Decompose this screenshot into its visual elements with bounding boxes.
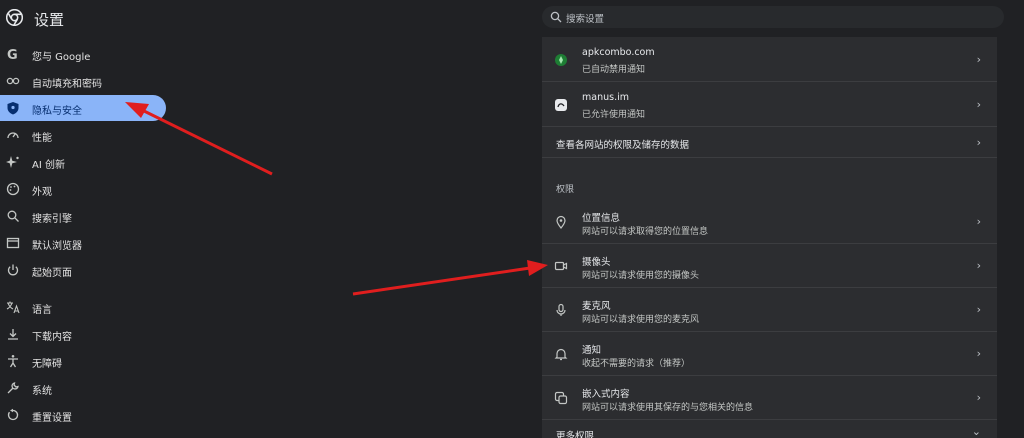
chevron-right-icon: › (976, 303, 981, 316)
more-permissions-label: 更多权限 (556, 431, 595, 438)
palette-icon (6, 182, 20, 196)
sidebar-item-search-engine[interactable]: 搜索引擎 (0, 203, 166, 229)
permission-row-location[interactable]: 位置信息 网站可以请求取得您的位置信息 › (542, 200, 997, 244)
embedded-content-icon (554, 391, 568, 405)
sidebar-item-label: 系统 (32, 386, 52, 397)
sidebar-item-label: 自动填充和密码 (32, 79, 102, 90)
permission-row-notifications[interactable]: 通知 收起不需要的请求（推荐） › (542, 332, 997, 376)
view-all-site-permissions-link[interactable]: 查看各网站的权限及储存的数据 › (542, 127, 997, 158)
reset-icon (7, 408, 19, 421)
sidebar-item-label: 外观 (32, 187, 52, 198)
site-status: 已允许使用通知 (582, 110, 646, 120)
sidebar-item-accessibility[interactable]: 无障碍 (0, 348, 166, 374)
site-row-apkcombo[interactable]: apkcombo.com 已自动禁用通知 › (542, 37, 997, 82)
permission-title: 嵌入式内容 (582, 389, 630, 400)
sidebar-item-startup[interactable]: 起始页面 (0, 257, 166, 283)
sidebar-item-ai[interactable]: AI 创新 (0, 149, 166, 175)
permission-title: 麦克风 (582, 301, 611, 312)
sidebar: G 您与 Google 自动填充和密码 隐私与安全 性能 AI 创新 外观 搜索… (0, 40, 176, 438)
sidebar-item-languages[interactable]: 语言 (0, 294, 166, 320)
sidebar-item-performance[interactable]: 性能 (0, 122, 166, 148)
chevron-right-icon: › (976, 136, 981, 149)
sidebar-item-reset[interactable]: 重置设置 (0, 402, 166, 428)
key-icon (6, 77, 20, 85)
chevron-down-icon: ⌄ (971, 425, 981, 438)
sidebar-item-label: 您与 Google (32, 52, 91, 63)
camera-icon (554, 261, 568, 271)
chrome-logo-icon (6, 9, 23, 26)
permission-description: 网站可以请求取得您的位置信息 (582, 227, 709, 237)
more-permissions-expander[interactable]: 更多权限 ⌄ (542, 420, 997, 438)
bell-icon (554, 348, 568, 361)
search-icon (7, 210, 19, 222)
chevron-right-icon: › (976, 259, 981, 272)
search-placeholder: 搜索设置 (566, 14, 605, 25)
accessibility-icon (8, 355, 18, 368)
view-all-label: 查看各网站的权限及储存的数据 (556, 140, 690, 151)
permission-description: 网站可以请求使用您的麦克风 (582, 315, 700, 325)
download-icon (8, 329, 18, 340)
chevron-right-icon: › (976, 391, 981, 404)
sidebar-item-label: 默认浏览器 (32, 241, 82, 252)
permission-description: 网站可以请求使用您的摄像头 (582, 271, 700, 281)
chevron-right-icon: › (976, 53, 981, 66)
google-g-icon: G (7, 48, 18, 61)
site-favicon-icon (555, 99, 567, 111)
sidebar-item-label: 重置设置 (32, 413, 72, 424)
chevron-right-icon: › (976, 98, 981, 111)
site-status: 已自动禁用通知 (582, 65, 646, 75)
sidebar-item-label: 隐私与安全 (32, 106, 82, 117)
sparkle-icon (6, 156, 19, 168)
wrench-icon (7, 382, 19, 394)
sidebar-item-label: 无障碍 (32, 359, 62, 370)
permission-row-camera[interactable]: 摄像头 网站可以请求使用您的摄像头 › (542, 244, 997, 288)
speedometer-icon (7, 132, 19, 139)
sidebar-item-label: AI 创新 (32, 160, 65, 171)
sidebar-item-label: 语言 (32, 305, 52, 316)
permission-description: 收起不需要的请求（推荐） (582, 359, 691, 369)
sidebar-item-appearance[interactable]: 外观 (0, 176, 166, 202)
microphone-icon (556, 303, 566, 316)
sidebar-item-label: 起始页面 (32, 268, 72, 279)
settings-content-panel: apkcombo.com 已自动禁用通知 › manus.im 已允许使用通知 … (542, 37, 997, 438)
permission-title: 摄像头 (582, 257, 611, 268)
translate-icon (6, 301, 20, 314)
top-bar: 设置 搜索设置 (0, 0, 1024, 36)
site-row-manus[interactable]: manus.im 已允许使用通知 › (542, 82, 997, 127)
location-pin-icon (556, 215, 566, 229)
chevron-right-icon: › (976, 347, 981, 360)
sidebar-item-privacy-security[interactable]: 隐私与安全 (0, 95, 166, 121)
sidebar-item-you-and-google[interactable]: G 您与 Google (0, 41, 166, 67)
shield-icon (7, 102, 19, 115)
permission-title: 位置信息 (582, 213, 621, 224)
site-favicon-icon (555, 54, 567, 66)
permissions-header: 权限 (556, 185, 575, 195)
search-input[interactable]: 搜索设置 (542, 6, 1004, 28)
sidebar-item-label: 下载内容 (32, 332, 72, 343)
svg-text:G: G (7, 48, 18, 61)
permission-row-embedded-content[interactable]: 嵌入式内容 网站可以请求使用其保存的与您相关的信息 › (542, 376, 997, 420)
site-name: manus.im (582, 92, 629, 103)
sidebar-item-default-browser[interactable]: 默认浏览器 (0, 230, 166, 256)
permission-description: 网站可以请求使用其保存的与您相关的信息 (582, 403, 754, 413)
sidebar-item-autofill[interactable]: 自动填充和密码 (0, 68, 166, 94)
sidebar-item-downloads[interactable]: 下载内容 (0, 321, 166, 347)
site-name: apkcombo.com (582, 47, 655, 58)
power-icon (7, 264, 19, 276)
page-title: 设置 (34, 11, 65, 29)
chevron-right-icon: › (976, 215, 981, 228)
permission-row-microphone[interactable]: 麦克风 网站可以请求使用您的麦克风 › (542, 288, 997, 332)
annotation-arrow-camera (352, 266, 531, 296)
search-icon (550, 11, 562, 23)
sidebar-item-system[interactable]: 系统 (0, 375, 166, 401)
sidebar-item-label: 性能 (32, 133, 52, 144)
sidebar-item-label: 搜索引擎 (32, 214, 72, 225)
browser-window-icon (6, 237, 20, 249)
permission-title: 通知 (582, 345, 602, 356)
